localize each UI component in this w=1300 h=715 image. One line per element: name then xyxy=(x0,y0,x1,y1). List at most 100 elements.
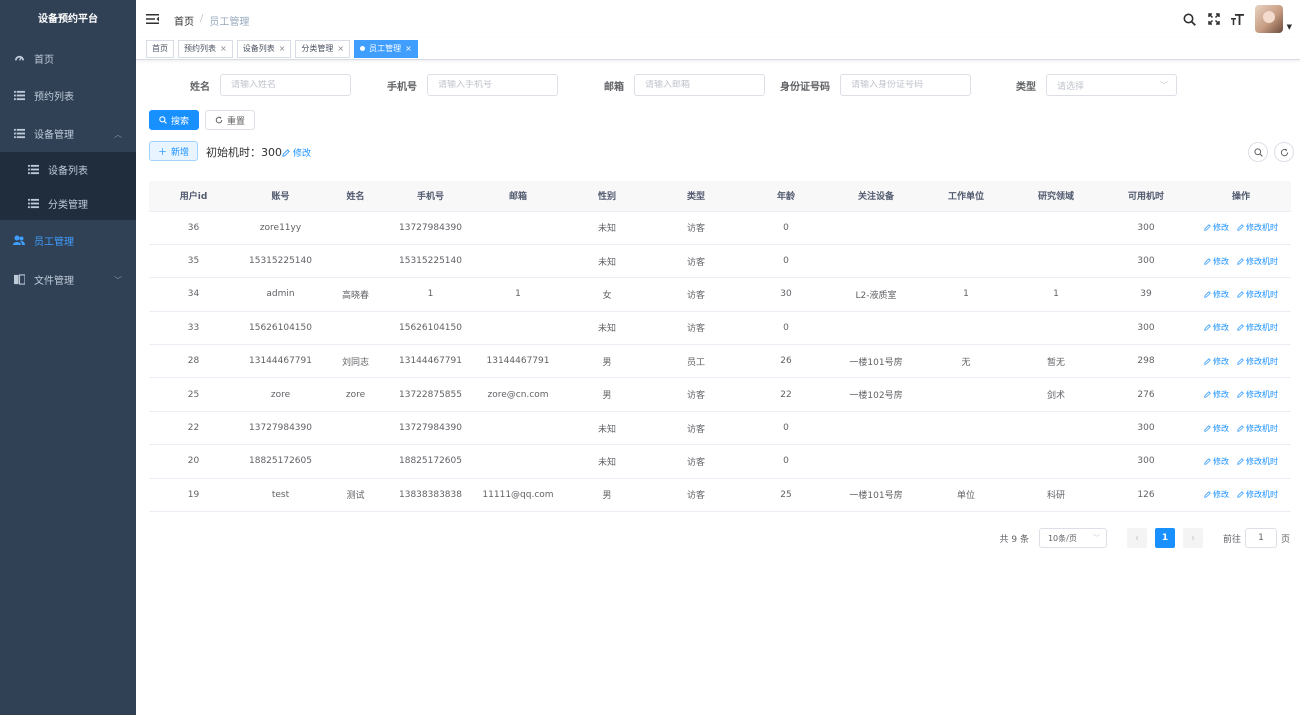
font-size-icon[interactable] xyxy=(1231,12,1245,26)
edit-row-link[interactable]: 修改 xyxy=(1204,456,1229,467)
close-icon[interactable]: × xyxy=(220,41,227,57)
row-actions: 修改 修改机时 xyxy=(1191,423,1291,434)
table-cell-actions: 修改 修改机时 xyxy=(1191,277,1291,312)
breadcrumb-home[interactable]: 首页 xyxy=(174,13,194,28)
chevron-up-icon: ︿ xyxy=(114,130,122,139)
edit-icon xyxy=(1237,357,1244,365)
add-button[interactable]: ＋ 新增 xyxy=(149,141,198,161)
row-actions: 修改 修改机时 xyxy=(1191,322,1291,333)
table-cell: 126 xyxy=(1101,478,1191,513)
table-cell: 男 xyxy=(563,344,651,379)
table-row: 20 18825172605 18825172605 未知 访客 0 300 修改 修改机时 xyxy=(149,444,1291,479)
edit-hours-link[interactable]: 修改机时 xyxy=(1237,389,1278,400)
fullscreen-icon[interactable] xyxy=(1207,12,1221,26)
edit-row-link[interactable]: 修改 xyxy=(1204,322,1229,333)
close-icon[interactable]: × xyxy=(337,41,344,57)
type-select[interactable]: 请选择 ﹀ xyxy=(1046,74,1177,96)
jump-page-input[interactable]: 1 xyxy=(1244,528,1277,548)
edit-row-link[interactable]: 修改 xyxy=(1204,389,1229,400)
table-cell: 1 xyxy=(921,277,1011,312)
edit-hours-link[interactable]: 修改机时 xyxy=(1237,222,1278,233)
reset-button[interactable]: 重置 xyxy=(205,110,255,130)
table-cell: 13144467791 xyxy=(388,344,473,379)
table-cell: 高晓春 xyxy=(323,277,388,312)
sidebar-item-category[interactable]: 分类管理 xyxy=(0,186,136,220)
row-actions: 修改 修改机时 xyxy=(1191,222,1291,233)
edit-row-link[interactable]: 修改 xyxy=(1204,289,1229,300)
phone-input[interactable] xyxy=(438,80,557,90)
idcard-field-wrap xyxy=(840,74,971,96)
sidebar-item-reservations[interactable]: 预约列表 xyxy=(0,76,136,114)
edit-hours-link[interactable]: 修改机时 xyxy=(1237,456,1278,467)
search-icon[interactable] xyxy=(1183,12,1197,26)
name-input[interactable] xyxy=(231,80,350,90)
prev-page-button[interactable]: ‹ xyxy=(1126,528,1147,548)
table-cell: 26 xyxy=(741,344,831,379)
avatar[interactable] xyxy=(1254,5,1283,33)
edit-row-link[interactable]: 修改 xyxy=(1204,423,1229,434)
close-icon[interactable]: × xyxy=(279,41,286,57)
table-cell: zore11yy xyxy=(238,211,323,245)
sidebar-item-staff[interactable]: 员工管理 xyxy=(0,220,136,260)
tag-staff[interactable]: 员工管理 × xyxy=(354,39,418,58)
table-cell: 13144467791 xyxy=(238,344,323,379)
table-cell: 员工 xyxy=(651,344,741,379)
edit-hours-link[interactable]: 修改机时 xyxy=(1237,423,1278,434)
edit-hours-link[interactable]: 修改机时 xyxy=(1237,322,1278,333)
sidebar-item-home[interactable]: 首页 xyxy=(0,40,136,76)
refresh-button[interactable] xyxy=(1274,142,1294,162)
phone-field-wrap xyxy=(427,74,558,96)
list-icon xyxy=(27,163,39,175)
table-cell-actions: 修改 修改机时 xyxy=(1191,411,1291,446)
table-cell: 访客 xyxy=(651,411,741,446)
edit-hours-link[interactable]: 修改机时 xyxy=(1237,289,1278,300)
tag-home[interactable]: 首页 xyxy=(146,39,174,58)
action-label: 修改 xyxy=(1213,223,1229,233)
edit-hours-link[interactable]: 修改机时 xyxy=(1237,489,1278,500)
table-cell: 访客 xyxy=(651,277,741,312)
close-icon[interactable]: × xyxy=(405,41,412,57)
edit-hours-link[interactable]: 修改机时 xyxy=(1237,256,1278,267)
edit-row-link[interactable]: 修改 xyxy=(1204,489,1229,500)
table-cell xyxy=(921,411,1011,446)
hamburger-icon[interactable] xyxy=(146,13,160,27)
toggle-search-button[interactable] xyxy=(1248,142,1268,162)
search-icon xyxy=(1253,147,1263,157)
sidebar-item-device-management[interactable]: 设备管理 ︿ xyxy=(0,114,136,152)
sidebar-item-files[interactable]: 文件管理 ﹀ xyxy=(0,260,136,298)
sidebar: 设备预约平台 首页 预约列表 设备管理 ︿ 设备列表 分类管理 员工管理 文件管… xyxy=(0,0,136,715)
table-cell: 一楼102号房 xyxy=(831,377,921,412)
staff-table: 用户id 账号 姓名 手机号 邮箱 性别 类型 年龄 关注设备 工作单位 研究领域 可用机时 操作 36… xyxy=(149,181,1291,513)
table-cell: 男 xyxy=(563,377,651,412)
table-cell: 300 xyxy=(1101,444,1191,479)
table-row: 28 13144467791 刘同志 13144467791 13144467791 男员… xyxy=(149,344,1291,379)
search-button[interactable]: 搜索 xyxy=(149,110,199,130)
table-cell: 未知 xyxy=(563,311,651,346)
page-number-current[interactable]: 1 xyxy=(1154,528,1175,548)
column-header: 操作 xyxy=(1191,181,1291,212)
edit-icon xyxy=(1204,391,1211,398)
table-cell: 34 xyxy=(149,277,238,312)
tag-category[interactable]: 分类管理 × xyxy=(295,39,351,58)
table-cell: 39 xyxy=(1101,277,1191,312)
edit-init-hours-link[interactable]: 修改 xyxy=(282,146,311,159)
page-size-select[interactable]: 10条/页 ﹀ xyxy=(1038,528,1107,548)
edit-hours-link[interactable]: 修改机时 xyxy=(1237,356,1278,367)
next-page-button[interactable]: › xyxy=(1182,528,1203,548)
tag-device-list[interactable]: 设备列表 × xyxy=(236,39,292,58)
phone-label: 手机号 xyxy=(387,81,417,93)
edit-row-link[interactable]: 修改 xyxy=(1204,356,1229,367)
chevron-right-icon: › xyxy=(1190,532,1195,544)
edit-row-link[interactable]: 修改 xyxy=(1204,222,1229,233)
sidebar-item-device-list[interactable]: 设备列表 xyxy=(0,152,136,186)
tag-reservations[interactable]: 预约列表 × xyxy=(178,39,233,58)
idcard-input[interactable] xyxy=(851,80,970,90)
page-size-value: 10条/页 xyxy=(1047,533,1077,543)
table-cell: 未知 xyxy=(563,411,651,446)
edit-row-link[interactable]: 修改 xyxy=(1204,256,1229,267)
caret-down-icon[interactable]: ▼ xyxy=(1287,23,1292,31)
table-cell: 一楼101号房 xyxy=(831,478,921,513)
table-cell: 访客 xyxy=(651,211,741,245)
email-input[interactable] xyxy=(645,80,764,90)
table-cell: 15626104150 xyxy=(238,311,323,346)
